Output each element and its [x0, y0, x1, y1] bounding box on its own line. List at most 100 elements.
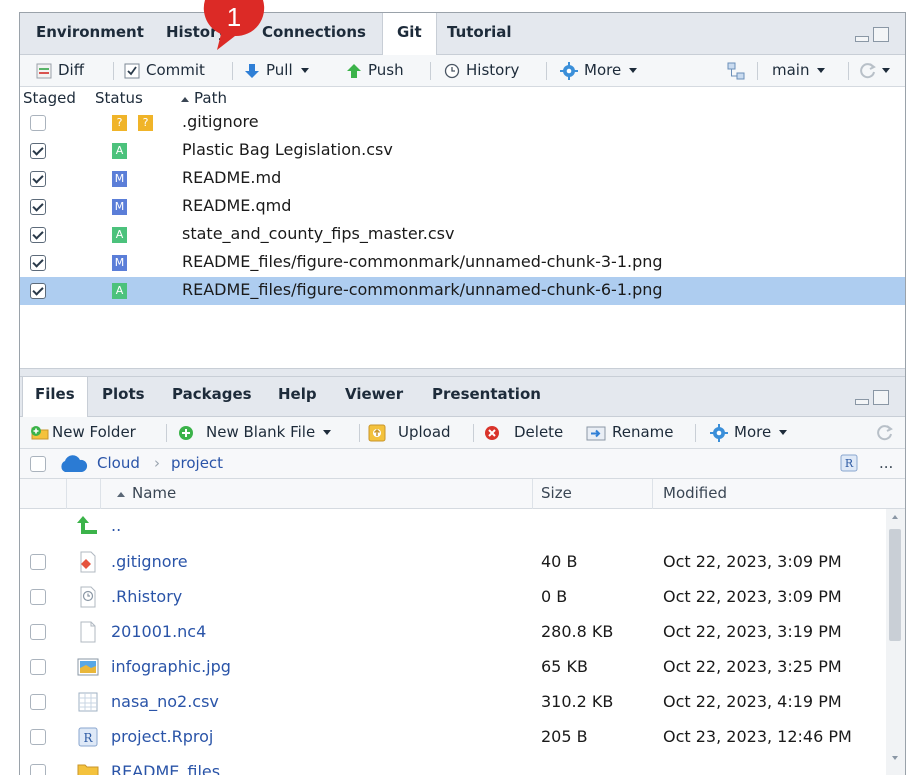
pane-splitter[interactable]: [20, 368, 905, 377]
tab-plots[interactable]: Plots: [90, 377, 157, 417]
breadcrumb-project[interactable]: project: [171, 454, 223, 472]
column-modified[interactable]: Modified: [663, 484, 727, 502]
chevron-down-icon: [779, 430, 788, 435]
breadcrumb-separator-icon: ›: [154, 454, 160, 472]
files-refresh-button[interactable]: [875, 417, 895, 449]
upload-button[interactable]: Upload: [368, 417, 451, 449]
more-button[interactable]: More: [560, 55, 638, 87]
scroll-down-icon[interactable]: [892, 756, 898, 760]
breadcrumb-cloud[interactable]: Cloud: [97, 454, 140, 472]
rename-button[interactable]: Rename: [586, 417, 674, 449]
branch-select[interactable]: main: [772, 55, 826, 87]
staged-checkbox[interactable]: [30, 283, 46, 299]
git-file-row[interactable]: A Plastic Bag Legislation.csv: [20, 137, 905, 165]
file-select-checkbox[interactable]: [30, 554, 46, 570]
file-modified: Oct 22, 2023, 3:19 PM: [663, 622, 842, 641]
annotation-number: 1: [227, 2, 241, 32]
rproject-icon[interactable]: R: [840, 454, 858, 472]
untracked-status-icon: ?: [112, 115, 127, 131]
tab-packages[interactable]: Packages: [160, 377, 264, 417]
file-select-checkbox[interactable]: [30, 694, 46, 710]
tab-help[interactable]: Help: [266, 377, 329, 417]
staged-checkbox[interactable]: [30, 255, 46, 271]
file-modified: Oct 22, 2023, 3:25 PM: [663, 657, 842, 676]
delete-button[interactable]: Delete: [484, 417, 563, 449]
file-name-link[interactable]: project.Rproj: [111, 727, 213, 746]
git-file-row[interactable]: Astate_and_county_fips_master.csv: [20, 221, 905, 249]
git-file-row[interactable]: M README.qmd: [20, 193, 905, 221]
git-file-row[interactable]: M README_files/figure-commonmark/unnamed-…: [20, 249, 905, 277]
files-scrollbar[interactable]: [886, 509, 905, 775]
column-size[interactable]: Size: [541, 484, 572, 502]
file-size: 280.8 KB: [541, 622, 614, 641]
pull-button[interactable]: Pull: [244, 55, 309, 87]
toolbar-separator: [166, 424, 167, 442]
gear-icon: [710, 423, 728, 442]
push-button[interactable]: Push: [346, 55, 404, 87]
file-row[interactable]: infographic.jpg 65 KB Oct 22, 2023, 3:25 P…: [20, 650, 886, 685]
new-folder-button[interactable]: New Folder: [30, 417, 136, 449]
files-toolbar: New Folder New Blank File Upload Delete …: [20, 417, 905, 449]
staged-checkbox[interactable]: [30, 227, 46, 243]
delete-label: Delete: [514, 423, 564, 441]
parent-directory-row[interactable]: ..: [20, 511, 886, 541]
file-row[interactable]: 201001.nc4 280.8 KB Oct 22, 2023, 3:19 PM: [20, 615, 886, 650]
tab-git[interactable]: Git: [382, 13, 437, 56]
file-row[interactable]: .Rhistory 0 B Oct 22, 2023, 3:09 PM: [20, 580, 886, 615]
git-file-row[interactable]: ?? .gitignore: [20, 109, 905, 137]
file-name-link[interactable]: 201001.nc4: [111, 622, 206, 641]
file-select-checkbox[interactable]: [30, 589, 46, 605]
git-file-row[interactable]: A README_files/figure-commonmark/unnamed-…: [20, 277, 905, 305]
file-select-checkbox[interactable]: [30, 729, 46, 745]
select-all-checkbox[interactable]: [30, 456, 46, 472]
tab-tutorial[interactable]: Tutorial: [433, 13, 526, 55]
file-name-link[interactable]: README_files: [111, 762, 220, 775]
tab-presentation[interactable]: Presentation: [420, 377, 553, 417]
file-select-checkbox[interactable]: [30, 624, 46, 640]
parent-directory-label: ..: [111, 516, 122, 535]
tab-environment[interactable]: Environment: [22, 13, 158, 55]
git-file-icon: [77, 551, 99, 573]
scroll-up-icon[interactable]: [892, 515, 898, 519]
new-blank-file-button[interactable]: New Blank File: [178, 417, 332, 449]
staged-checkbox[interactable]: [30, 143, 46, 159]
file-name-link[interactable]: nasa_no2.csv: [111, 692, 219, 711]
file-row[interactable]: Rproject.Rproj 205 B Oct 23, 2023, 12:46 P…: [20, 720, 886, 755]
annotation-callout: 1: [203, 0, 265, 50]
file-name-link[interactable]: .gitignore: [111, 552, 188, 571]
staged-checkbox[interactable]: [30, 115, 46, 131]
minimize-pane-button[interactable]: [855, 36, 869, 42]
file-row[interactable]: .gitignore 40 B Oct 22, 2023, 3:09 PM: [20, 545, 886, 580]
rproj-file-icon: R: [77, 726, 99, 748]
minimize-pane-button[interactable]: [855, 399, 869, 405]
staged-checkbox[interactable]: [30, 171, 46, 187]
file-name-link[interactable]: .Rhistory: [111, 587, 182, 606]
column-name[interactable]: Name: [116, 484, 176, 502]
git-file-row[interactable]: M README.md: [20, 165, 905, 193]
column-status[interactable]: Status: [95, 89, 143, 107]
column-path[interactable]: Path: [180, 89, 227, 107]
scrollbar-thumb[interactable]: [889, 529, 901, 641]
tab-files[interactable]: Files: [22, 377, 88, 418]
diff-button[interactable]: Diff: [36, 55, 84, 87]
staged-checkbox[interactable]: [30, 199, 46, 215]
files-more-button[interactable]: More: [710, 417, 788, 449]
toolbar-separator: [113, 62, 114, 80]
column-staged[interactable]: Staged: [23, 89, 76, 107]
history-button[interactable]: History: [444, 55, 519, 87]
file-row[interactable]: README_files: [20, 755, 886, 775]
file-name-link[interactable]: infographic.jpg: [111, 657, 231, 676]
file-select-checkbox[interactable]: [30, 764, 46, 775]
maximize-pane-button[interactable]: [873, 390, 889, 405]
chevron-down-icon: [629, 68, 638, 73]
overflow-menu-button[interactable]: ...: [879, 454, 893, 472]
file-select-checkbox[interactable]: [30, 659, 46, 675]
branch-graph-button[interactable]: [726, 55, 746, 87]
tab-viewer[interactable]: Viewer: [333, 377, 415, 417]
file-row[interactable]: nasa_no2.csv 310.2 KB Oct 22, 2023, 4:19 P…: [20, 685, 886, 720]
toolbar-separator: [232, 62, 233, 80]
commit-button[interactable]: Commit: [124, 55, 205, 87]
file-size: 0 B: [541, 587, 568, 606]
refresh-button[interactable]: [858, 55, 890, 87]
maximize-pane-button[interactable]: [873, 27, 889, 42]
